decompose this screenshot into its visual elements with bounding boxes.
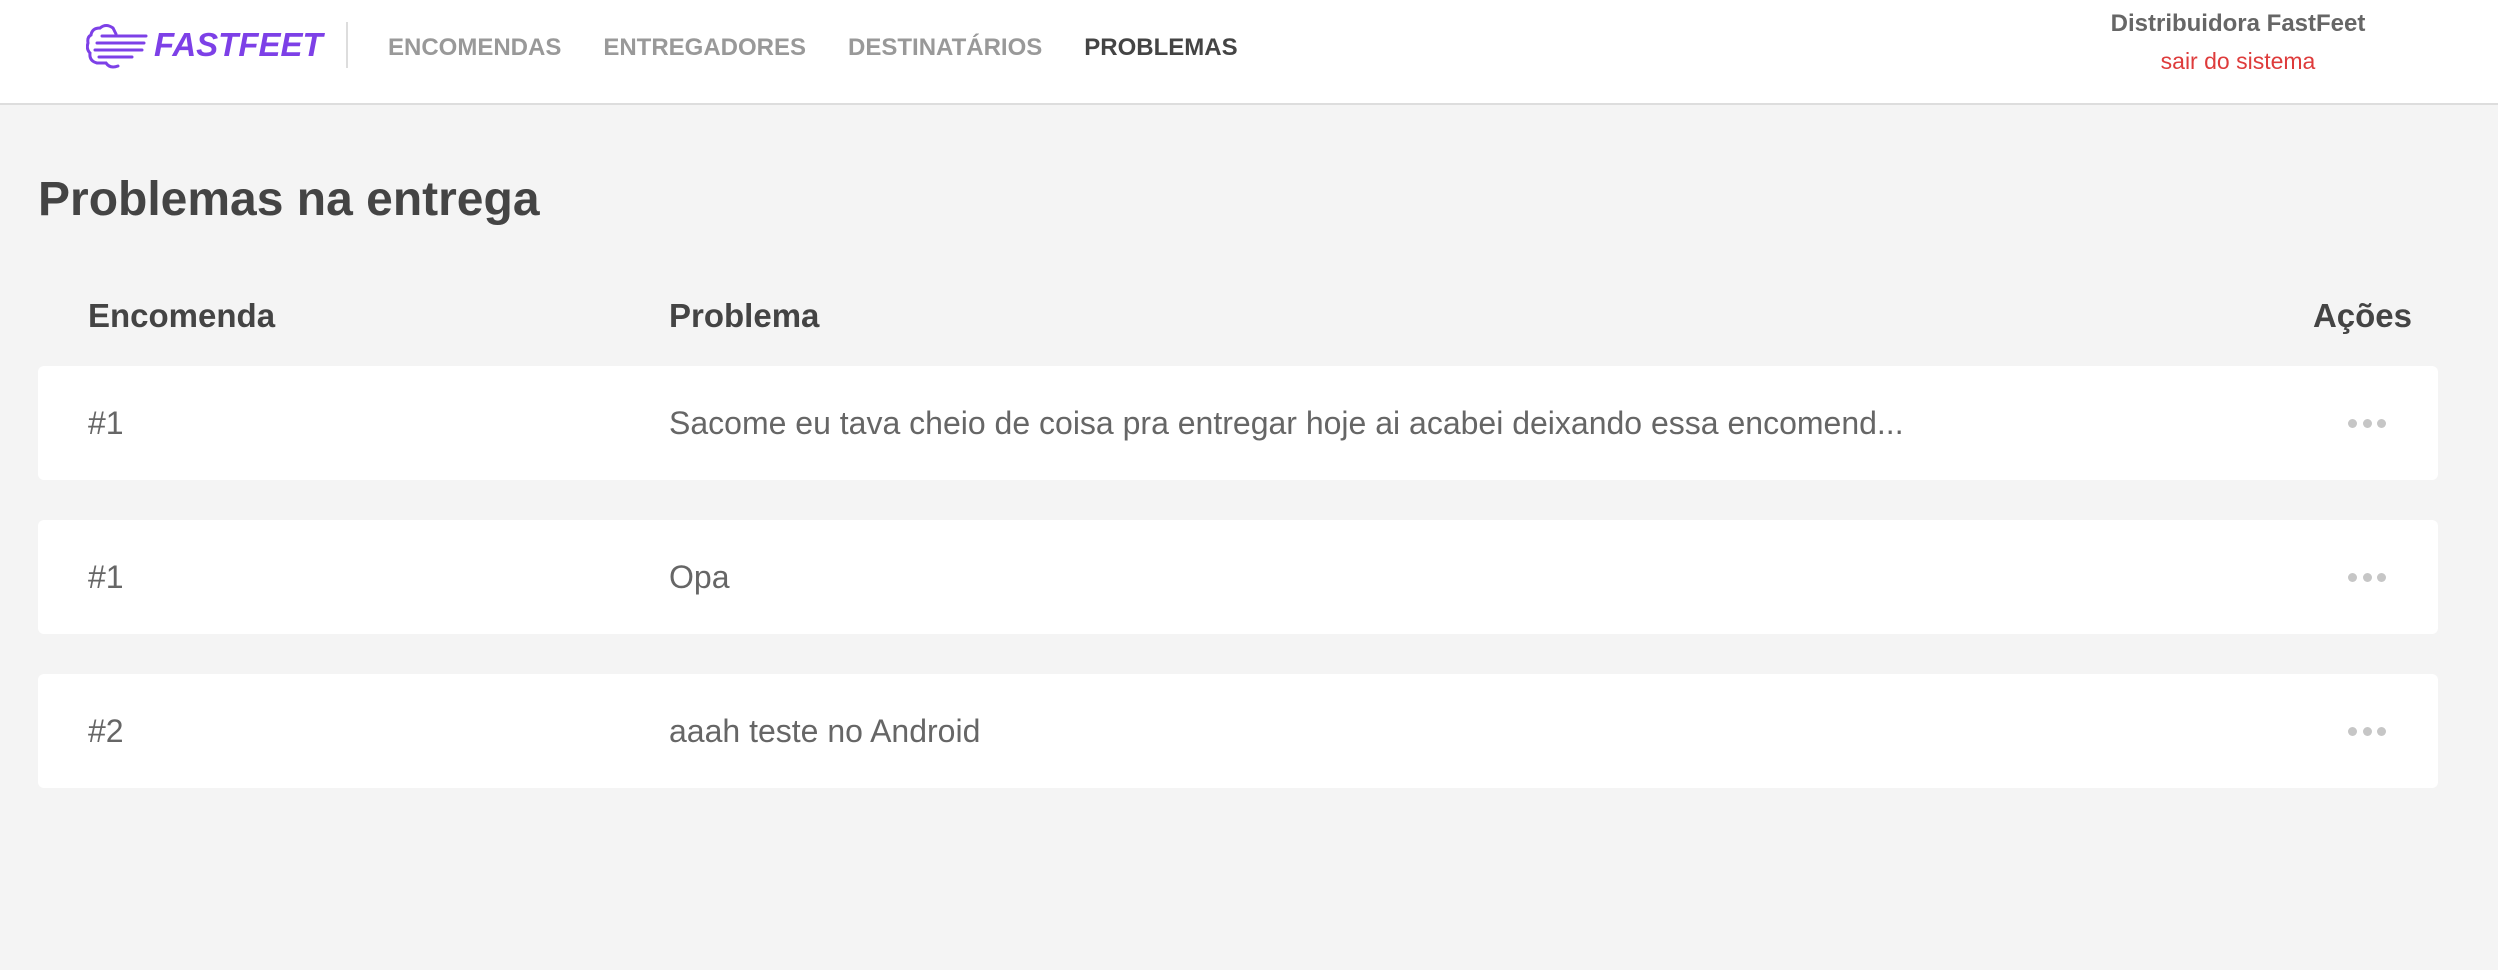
main-nav: ENCOMENDAS ENTREGADORES DESTINATÁRIOS PR… [388,34,1280,62]
nav-item-entregadores[interactable]: ENTREGADORES [603,34,806,62]
row-actions-button[interactable] [2348,715,2386,747]
table-row: #2 aaah teste no Android [38,674,2438,788]
fastfeet-truck-icon [86,24,148,69]
nav-item-encomendas[interactable]: ENCOMENDAS [388,34,561,62]
order-id: #1 [88,404,124,441]
logout-link[interactable]: sair do sistema [2088,48,2388,74]
more-horizontal-icon [2348,418,2357,428]
nav-item-problemas[interactable]: PROBLEMAS [1084,34,1237,62]
table-row: #1 Sacome eu tava cheio de coisa pra ent… [38,366,2438,480]
nav-item-destinatarios[interactable]: DESTINATÁRIOS [848,34,1042,62]
more-horizontal-icon-dot [2377,726,2386,736]
table-header: Encomenda Problema Ações [38,296,2438,336]
order-id: #2 [88,712,124,749]
brand-name: FASTFEET [154,26,323,63]
problem-description: aaah teste no Android [669,712,981,749]
top-header: FASTFEET ENCOMENDAS ENTREGADORES DESTINA… [0,0,2498,105]
column-header-actions: Ações [2312,297,2412,334]
order-id: #1 [88,558,124,595]
brand-logo[interactable]: FASTFEET [86,20,323,70]
problem-description: Sacome eu tava cheio de coisa pra entreg… [669,404,1904,441]
more-horizontal-icon-dot [2377,418,2386,428]
table-row: #1 Opa [38,520,2438,634]
problem-description: Opa [669,558,730,595]
column-header-order: Encomenda [88,297,276,334]
more-horizontal-icon-dot [2362,726,2372,736]
header-divider [346,22,348,68]
page-title: Problemas na entrega [38,173,540,226]
more-horizontal-icon [2348,726,2357,736]
more-horizontal-icon [2348,572,2357,582]
row-actions-button[interactable] [2348,407,2386,439]
column-header-problem: Problema [669,297,820,334]
more-horizontal-icon-dot [2362,418,2372,428]
more-horizontal-icon-dot [2362,572,2372,582]
user-panel: Distribuidora FastFeet sair do sistema [2088,10,2388,74]
row-actions-button[interactable] [2348,561,2386,593]
user-name: Distribuidora FastFeet [2110,10,2366,37]
more-horizontal-icon-dot [2377,572,2386,582]
